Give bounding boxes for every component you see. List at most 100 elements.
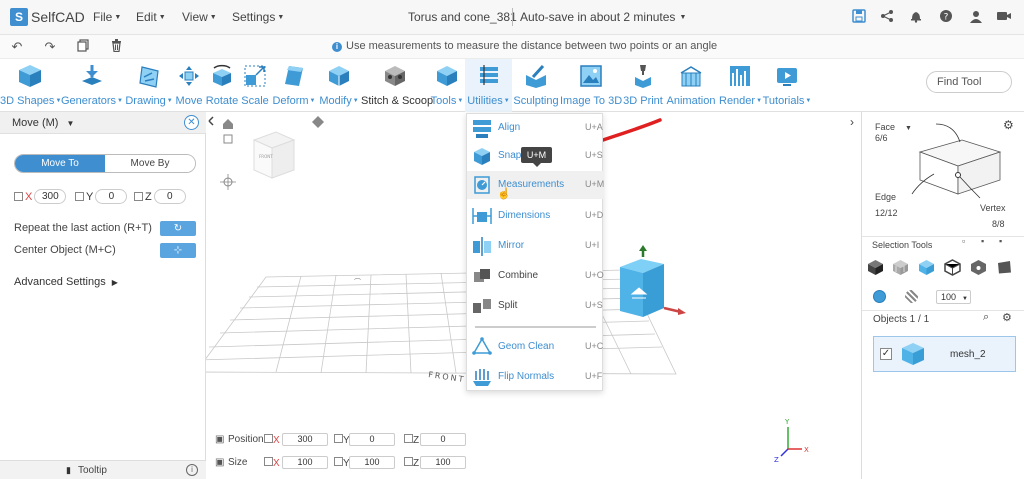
select-grid-icon[interactable] (892, 259, 909, 276)
select-face-icon[interactable] (918, 259, 935, 276)
search-icon[interactable]: ⌕ (983, 311, 989, 324)
tool-modify[interactable]: Modify▼ (318, 59, 360, 112)
perspective-icon[interactable] (312, 116, 324, 128)
trash-icon[interactable] (108, 39, 124, 55)
tool-drawing[interactable]: Drawing▼ (124, 59, 174, 112)
x-checkbox[interactable] (14, 192, 23, 201)
pos-z-checkbox[interactable] (404, 434, 413, 443)
bell-icon[interactable] (908, 9, 924, 25)
opacity-select[interactable]: 100 ▼ (936, 290, 971, 304)
tool-tutorials[interactable]: Tutorials▼ (762, 59, 812, 112)
move-to-button[interactable]: Move To (15, 155, 105, 172)
size-z-checkbox[interactable] (404, 457, 413, 466)
menu-item-split[interactable]: Split U+S (467, 292, 604, 320)
menu-settings[interactable]: Settings ▼ (232, 10, 284, 24)
menu-item-geom-clean[interactable]: Geom Clean U+C (467, 333, 604, 361)
tool-deform[interactable]: Deform▼ (271, 59, 317, 112)
select-small-icon[interactable]: ▫ (962, 236, 965, 246)
menu-file[interactable]: File ▼ (93, 10, 121, 24)
menu-item-mirror[interactable]: Mirror U+I (467, 232, 604, 260)
z-input[interactable]: 0 (153, 189, 186, 204)
vertex-label: Vertex (980, 203, 1006, 213)
document-title[interactable]: Torus and cone_381 (408, 10, 517, 24)
copy-icon[interactable] (75, 39, 91, 55)
save-icon[interactable] (851, 9, 867, 25)
undo-icon[interactable]: ↶ (9, 39, 25, 55)
home-icon[interactable] (223, 119, 233, 129)
select-object-icon[interactable] (867, 259, 884, 276)
size-y-checkbox[interactable] (334, 457, 343, 466)
y-checkbox[interactable] (75, 192, 84, 201)
menu-item-dimensions[interactable]: Dimensions U+D (467, 202, 604, 230)
pos-y-input[interactable]: 0 (349, 433, 395, 446)
menu-item-flip-normals[interactable]: Flip Normals U+F (467, 363, 604, 391)
size-y-input[interactable]: 100 (349, 456, 395, 469)
caret-down-icon: ▼ (66, 119, 75, 128)
tool-utilities[interactable]: Utilities▼ (465, 59, 512, 112)
select-vertex-icon[interactable] (970, 259, 987, 276)
menu-item-combine[interactable]: Combine U+O (467, 262, 604, 290)
move-by-button[interactable]: Move By (105, 155, 195, 172)
tool-sculpting[interactable]: Sculpting (513, 59, 559, 112)
info-icon[interactable]: i (186, 464, 198, 476)
size-z-input[interactable]: 100 (420, 456, 466, 469)
main-toolbar: 3D Shapes▼ Generators▼ Drawing▼ Move Rot… (0, 59, 1024, 112)
share-icon[interactable] (879, 9, 895, 25)
y-input[interactable]: 0 (95, 189, 128, 204)
pos-y-checkbox[interactable] (334, 434, 343, 443)
color-dot[interactable] (873, 290, 886, 303)
repeat-button[interactable]: ↻ (160, 221, 196, 236)
user-icon[interactable] (968, 9, 984, 25)
tool-tools[interactable]: Tools▼ (430, 59, 464, 112)
menu-view[interactable]: View ▼ (182, 10, 217, 24)
advanced-settings[interactable]: Advanced Settings ▶ (14, 276, 118, 288)
tool-animation[interactable]: Animation (664, 59, 718, 112)
pos-x-input[interactable]: 300 (282, 433, 328, 446)
tool-image-to-3d[interactable]: Image To 3D (560, 59, 622, 112)
printer-icon (635, 65, 651, 88)
panel-title[interactable]: Move (M) ▼ (12, 117, 74, 129)
find-tool-input[interactable]: Find Tool (926, 71, 1012, 93)
select-edge-icon[interactable] (944, 259, 961, 276)
triangle-right-icon: ▶ (111, 278, 118, 287)
center-button[interactable]: ⊹ (160, 243, 196, 258)
menu-item-align[interactable]: Align U+A (467, 114, 604, 142)
deform-icon (285, 66, 303, 86)
gear-icon[interactable]: ⚙ (1002, 311, 1012, 324)
x-input[interactable]: 300 (34, 189, 67, 204)
size-x-checkbox[interactable] (264, 457, 273, 466)
expand-right-icon[interactable]: › (850, 115, 854, 129)
tool-generators[interactable]: Generators▼ (61, 59, 123, 112)
menu-edit[interactable]: Edit ▼ (136, 10, 166, 24)
tool-scale[interactable]: Scale (240, 59, 270, 112)
wireframe-icon[interactable] (905, 290, 918, 303)
frame-icon[interactable] (223, 134, 233, 144)
tooltip-bar[interactable]: ▮ Tooltip i (0, 460, 206, 479)
redo-icon[interactable]: ↷ (42, 39, 58, 55)
video-camera-icon[interactable] (996, 9, 1012, 25)
tool-render[interactable]: Render▼ (719, 59, 762, 112)
select-box-icon[interactable]: ▪ (981, 236, 984, 246)
tool-stitch-scoop[interactable]: Stitch & Scoop (361, 59, 433, 112)
size-x-input[interactable]: 100 (282, 456, 328, 469)
help-icon[interactable]: ? (938, 9, 954, 25)
tool-3d-shapes[interactable]: 3D Shapes▼ (0, 59, 61, 112)
close-icon[interactable]: ✕ (184, 115, 199, 130)
menu-item-measurements[interactable]: Measurements U+M ☝ (467, 171, 604, 200)
view-cube[interactable]: FRONT (252, 131, 296, 179)
object-checkbox[interactable]: ✓ (880, 348, 892, 360)
pos-x-checkbox[interactable] (264, 434, 273, 443)
tool-3d-print[interactable]: 3D Print (623, 59, 663, 112)
face-label[interactable]: Face ▼ (875, 122, 912, 132)
tool-move[interactable]: Move (174, 59, 204, 112)
select-similar-icon[interactable] (996, 259, 1013, 276)
z-checkbox[interactable] (134, 192, 143, 201)
collapse-left-icon[interactable] (208, 116, 214, 126)
autosave-status[interactable]: Auto-save in about 2 minutes ▼ (520, 10, 686, 24)
select-paint-icon[interactable]: ▪ (999, 236, 1002, 246)
selected-cube[interactable] (620, 245, 686, 317)
tool-rotate[interactable]: Rotate (205, 59, 239, 112)
app-logo[interactable]: S SelfCAD (10, 8, 85, 26)
object-row[interactable]: ✓ mesh_2 (873, 336, 1016, 372)
pos-z-input[interactable]: 0 (420, 433, 466, 446)
